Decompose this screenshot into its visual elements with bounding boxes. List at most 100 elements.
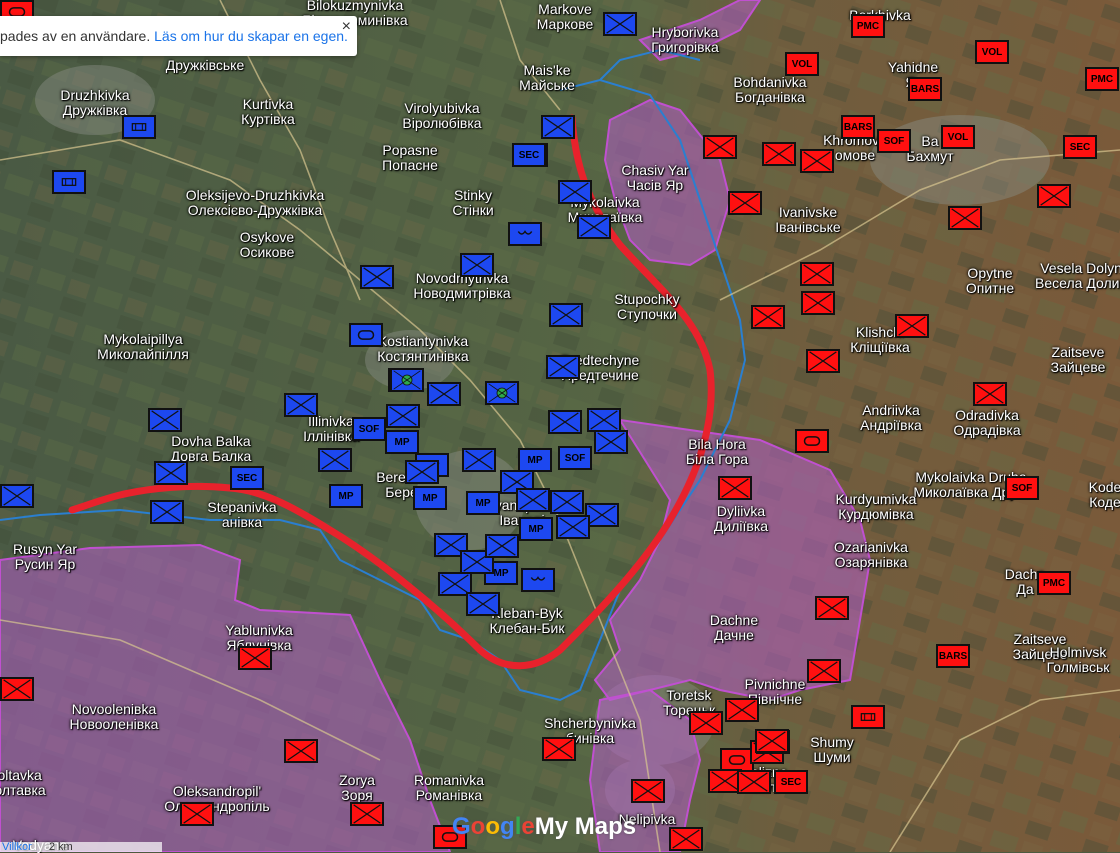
ru-unit-pmc-icon[interactable]: PMC	[1037, 571, 1071, 595]
place-label-popasne[interactable]: Popasne Попасне	[382, 143, 438, 173]
close-icon[interactable]: ×	[342, 19, 351, 35]
ua-unit-sof-icon[interactable]: SOF	[558, 446, 592, 470]
place-label-dachne[interactable]: Dachne Дачне	[710, 613, 758, 643]
ru-unit-infantry-icon[interactable]	[728, 191, 762, 215]
ua-unit-infantry-icon[interactable]	[556, 515, 590, 539]
place-label-romanivka[interactable]: Romanivka Романівка	[414, 773, 484, 803]
place-label-markove[interactable]: Markove Маркове	[537, 2, 594, 32]
place-label-kostiantynivka[interactable]: Kostiantynivka Костянтинівка	[377, 334, 468, 364]
ua-unit-infantry-icon[interactable]	[427, 382, 461, 406]
ua-unit-infantry-icon[interactable]	[386, 404, 420, 428]
ru-unit-infantry-icon[interactable]	[807, 659, 841, 683]
ua-unit-sof-icon[interactable]: SOF	[352, 417, 386, 441]
ru-unit-infantry-icon[interactable]	[0, 677, 34, 701]
ru-unit-pmc-icon[interactable]: PMC	[1085, 67, 1119, 91]
ru-unit-infantry-icon[interactable]	[806, 349, 840, 373]
place-label-osykove[interactable]: Osykove Осикове	[240, 230, 295, 260]
place-label-bohdanivka[interactable]: Bohdanivka Богданівка	[733, 75, 806, 105]
ru-unit-sec-icon[interactable]: SEC	[1063, 135, 1097, 159]
ru-unit-vol-icon[interactable]: VOL	[785, 52, 819, 76]
ua-unit-infantry-icon[interactable]	[318, 448, 352, 472]
ru-unit-infantry-icon[interactable]	[801, 291, 835, 315]
ua-unit-recon-icon[interactable]	[52, 170, 86, 194]
place-label-stepanivka[interactable]: Stepanivka анівка	[207, 500, 276, 530]
ua-unit-infantry-icon[interactable]	[594, 430, 628, 454]
place-label-zaitseve-n[interactable]: Zaitseve Зайцеве	[1051, 345, 1106, 375]
place-label-oleksiievo-druzhkivka[interactable]: Oleksijevo-Druzhkivka Олексієво-Дружківка	[186, 188, 324, 218]
place-label-stupochky[interactable]: Stupochky Ступочки	[614, 292, 679, 322]
ru-unit-bars-icon[interactable]: BARS	[936, 644, 970, 668]
place-label-chasiv-yar[interactable]: Chasiv Yar Часів Яр	[621, 163, 688, 193]
place-label-kurtivka[interactable]: Kurtivka Куртівка	[241, 97, 295, 127]
ua-unit-infantry-icon[interactable]	[541, 115, 575, 139]
ua-unit-infantry-icon[interactable]	[460, 253, 494, 277]
ua-unit-mp-icon[interactable]: MP	[519, 517, 553, 541]
ru-unit-infantry-icon[interactable]	[762, 142, 796, 166]
ru-unit-infantry-icon[interactable]	[350, 802, 384, 826]
ua-unit-mp-icon[interactable]: MP	[413, 486, 447, 510]
ru-unit-infantry-icon[interactable]	[631, 779, 665, 803]
ua-unit-infantry-icon[interactable]	[466, 592, 500, 616]
ua-unit-armor-icon[interactable]	[349, 323, 383, 347]
place-label-druzhkivka[interactable]: Druzhkivka Дружківка	[60, 88, 129, 118]
place-label-zorya[interactable]: Zorya Зоря	[339, 773, 375, 803]
ru-unit-infantry-icon[interactable]	[815, 596, 849, 620]
ua-unit-infantry-icon[interactable]	[585, 503, 619, 527]
ua-unit-sec-icon[interactable]: SEC	[230, 466, 264, 490]
ua-unit-infantry-icon[interactable]	[154, 461, 188, 485]
place-label-rusyn-yar[interactable]: Rusyn Yar Русин Яр	[13, 542, 77, 572]
place-label-poltavka[interactable]: PoltavkaПолтавка	[0, 768, 46, 798]
ua-unit-recon-icon[interactable]	[122, 115, 156, 139]
ru-unit-bars-icon[interactable]: BARS	[841, 115, 875, 139]
ru-unit-infantry-icon[interactable]	[973, 382, 1007, 406]
ru-unit-bars-icon[interactable]: BARS	[908, 77, 942, 101]
ua-unit-infantry-icon[interactable]	[603, 12, 637, 36]
ru-unit-infantry-icon[interactable]	[669, 827, 703, 851]
ru-unit-sof-icon[interactable]: SOF	[1005, 476, 1039, 500]
ru-unit-infantry-icon[interactable]	[737, 770, 771, 794]
ua-unit-infantry-icon[interactable]	[548, 410, 582, 434]
terms-link[interactable]: Villkor	[2, 841, 32, 853]
place-label-ozarianivka[interactable]: Ozarianivka Озарянівка	[834, 540, 908, 570]
ru-unit-infantry-icon[interactable]	[755, 729, 789, 753]
ru-unit-sec-icon[interactable]: SEC	[774, 770, 808, 794]
ru-unit-infantry-icon[interactable]	[751, 305, 785, 329]
place-label-holmivskyi[interactable]: Holmivsk Голмівськ	[1047, 645, 1110, 675]
ru-unit-infantry-icon[interactable]	[895, 314, 929, 338]
ua-unit-mp-icon[interactable]: MP	[518, 448, 552, 472]
ua-unit-infantry-icon[interactable]	[462, 448, 496, 472]
ua-unit-mp-icon[interactable]: MP	[466, 491, 500, 515]
ua-unit-airborne-icon[interactable]	[521, 568, 555, 592]
ua-unit-infantry-icon[interactable]	[360, 265, 394, 289]
ua-unit-infantry-icon[interactable]	[284, 393, 318, 417]
ru-unit-infantry-icon[interactable]	[725, 698, 759, 722]
place-label-andriivka[interactable]: Andriivka Андріївка	[860, 403, 922, 433]
ru-unit-infantry-icon[interactable]	[948, 206, 982, 230]
ua-unit-infantry-icon[interactable]	[485, 534, 519, 558]
ru-unit-pmc-icon[interactable]: PMC	[851, 14, 885, 38]
place-label-bila-hora[interactable]: Bila Hora Біла Гора	[686, 437, 748, 467]
place-label-odradivka[interactable]: Odradivka Одрадівка	[953, 408, 1020, 438]
ua-unit-airborne-icon[interactable]	[508, 222, 542, 246]
ua-unit-infantry-icon[interactable]	[558, 180, 592, 204]
ru-unit-infantry-icon[interactable]	[238, 646, 272, 670]
place-label-dyliivka[interactable]: Dyliivka Диліївка	[714, 504, 768, 534]
place-label-kleban-byk[interactable]: Kleban-Byk Клебан-Бик	[490, 606, 565, 636]
ua-unit-mp-icon[interactable]: MP	[385, 430, 419, 454]
ru-unit-infantry-icon[interactable]	[542, 737, 576, 761]
ua-unit-infantry-icon[interactable]	[405, 460, 439, 484]
ru-unit-armor-icon[interactable]	[795, 429, 829, 453]
ua-unit-infantry-icon[interactable]	[546, 355, 580, 379]
place-label-hryhorivka[interactable]: Hryborivka Григорівка	[651, 25, 719, 55]
ua-unit-infantry-icon[interactable]	[516, 488, 550, 512]
place-label-virolyubivka[interactable]: Virolyubivka Віролюбівка	[402, 101, 481, 131]
ua-unit-artillery-icon[interactable]	[390, 368, 424, 392]
place-label-ivanivske[interactable]: Ivanivske Іванівське	[775, 205, 840, 235]
place-label-novoolenivka[interactable]: Novooleniвka Новоолeнівка	[70, 702, 159, 732]
place-label-kurdyumivka[interactable]: Kurdyumivka Курдюмівка	[836, 492, 917, 522]
ua-unit-infantry-icon[interactable]	[148, 408, 182, 432]
ru-unit-infantry-icon[interactable]	[800, 262, 834, 286]
ru-unit-vol-icon[interactable]: VOL	[941, 125, 975, 149]
ru-unit-vol-icon[interactable]: VOL	[975, 40, 1009, 64]
place-label-druzhkivske[interactable]: Дружківське	[166, 58, 245, 73]
